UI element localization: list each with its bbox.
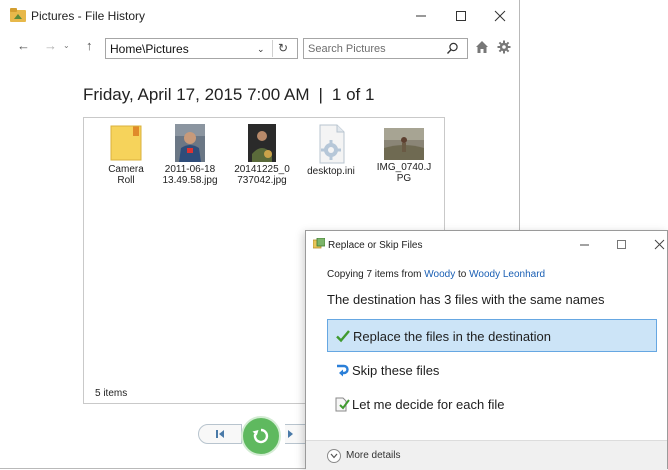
file-name: IMG_0740.J PG [376,162,432,184]
folder-icon [110,125,142,161]
checkmark-icon [336,330,350,343]
next-version-icon [288,430,293,438]
dialog-minimize-button[interactable] [564,231,604,257]
refresh-button[interactable]: ↻ [278,41,288,55]
search-box[interactable] [303,38,468,59]
backup-position: 1 of 1 [331,85,375,104]
file-item-photo[interactable]: IMG_0740.J PG [372,124,436,184]
restore-icon [252,428,269,444]
skip-arrow-icon [337,364,349,377]
source-link[interactable]: Woody [424,269,455,280]
option-label: Skip these files [352,363,440,378]
photo-thumbnail [175,124,205,162]
conflict-message: The destination has 3 files with the sam… [327,292,605,307]
copying-to-word: to [455,269,470,280]
destination-link[interactable]: Woody Leonhard [469,269,545,280]
forward-button[interactable]: → [44,38,57,53]
address-divider [272,40,273,57]
photo-thumbnail [384,128,424,160]
heading-separator: | [318,85,323,104]
file-item-camera-roll[interactable]: Camera Roll [94,124,158,186]
photo-thumbnail [248,124,276,162]
backup-version-heading: Friday, April 17, 2015 7:00 AM | 1 of 1 [83,85,374,105]
title-bar: Pictures - File History [0,0,519,31]
file-item-photo[interactable]: 2011-06-18 13.49.58.jpg [158,124,222,186]
option-label: Let me decide for each file [352,397,505,412]
settings-file-icon [319,124,345,164]
more-details-toggle[interactable] [327,449,341,463]
dialog-footer: More details [306,440,667,470]
search-input[interactable] [306,40,441,57]
recent-locations-button[interactable]: ⌄ [63,41,70,50]
search-icon[interactable] [446,42,459,55]
dialog-close-button[interactable] [639,231,668,257]
decide-file-icon [335,397,350,412]
replace-files-option[interactable]: Replace the files in the destination [327,319,657,352]
window-title: Pictures - File History [31,9,146,23]
replace-or-skip-dialog: Replace or Skip Files Copying 7 items fr… [305,230,668,470]
file-name: desktop.ini [307,166,355,177]
copy-progress-text: Copying 7 items from Woody to Woody Leon… [327,269,545,280]
decide-each-file-option[interactable]: Let me decide for each file [327,388,657,421]
backup-date: Friday, April 17, 2015 7:00 AM [83,85,310,104]
file-history-app-icon [10,8,26,22]
gear-icon[interactable] [497,40,511,54]
status-bar-item-count: 5 items [95,388,128,399]
dialog-title-bar: Replace or Skip Files [306,231,667,259]
file-name: 2011-06-18 13.49.58.jpg [162,164,218,186]
file-name: Camera Roll [108,164,144,186]
address-bar[interactable]: Home\Pictures ⌄ ↻ [105,38,298,59]
file-name: 20141225_0 737042.jpg [234,164,290,186]
skip-files-option[interactable]: Skip these files [327,354,657,387]
previous-version-icon [216,430,224,438]
copy-files-icon [313,238,325,249]
restore-button[interactable] [241,416,281,456]
back-button[interactable]: ← [17,38,30,53]
close-button[interactable] [477,0,523,31]
home-icon[interactable] [475,40,489,54]
file-item-photo[interactable]: 20141225_0 737042.jpg [230,124,294,186]
previous-version-button[interactable] [198,424,242,444]
dialog-maximize-button[interactable] [601,231,641,257]
address-dropdown-button[interactable]: ⌄ [257,44,265,55]
copying-prefix: Copying 7 items from [327,269,425,280]
address-path[interactable]: Home\Pictures [110,42,189,56]
more-details-link[interactable]: More details [346,450,400,461]
chevron-down-icon [330,453,338,459]
up-button[interactable]: ↑ [86,38,93,53]
dialog-title: Replace or Skip Files [328,240,423,251]
next-version-button[interactable] [285,424,307,444]
file-item-desktop-ini[interactable]: desktop.ini [299,124,363,177]
option-label: Replace the files in the destination [353,329,552,344]
